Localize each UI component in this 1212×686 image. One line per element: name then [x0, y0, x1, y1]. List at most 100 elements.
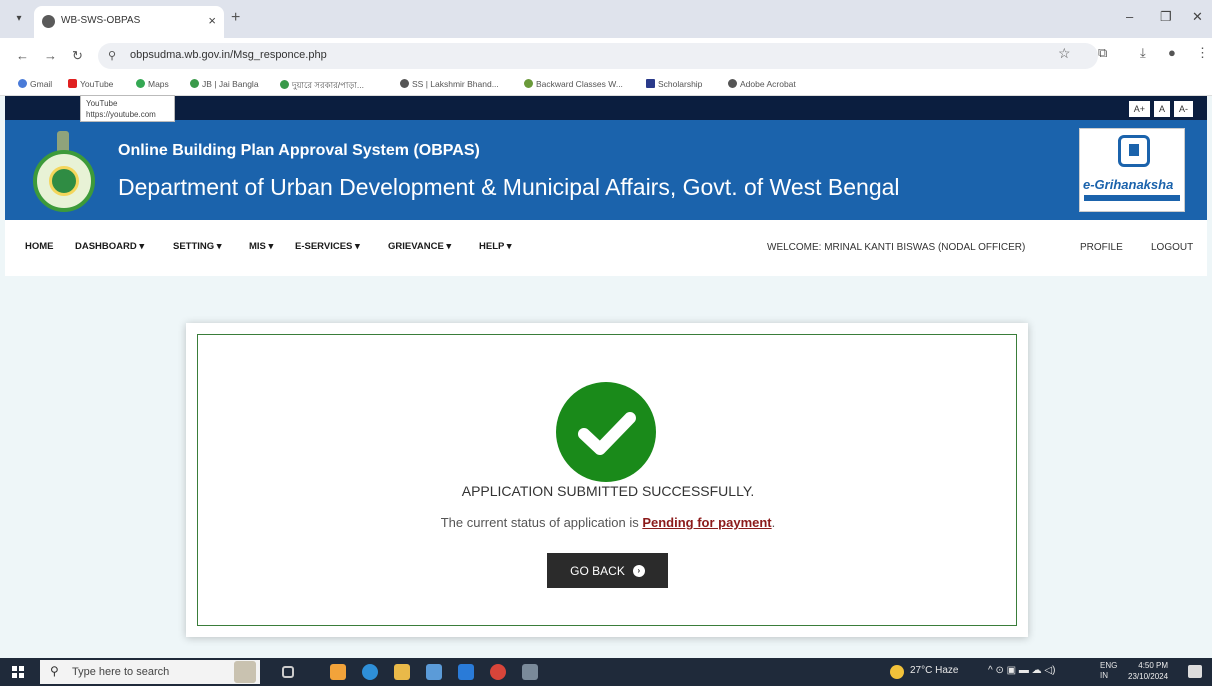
url-text: obpsudma.wb.gov.in/Msg_responce.php [130, 49, 327, 61]
logo-text: e-Grihanaksha [1083, 177, 1174, 192]
windows-taskbar: ⚲ Type here to search 27°C Haze ^ ⊙ ▣ ▬ … [0, 658, 1212, 686]
bookmark-adobe-acrobat[interactable]: Adobe Acrobat [728, 79, 796, 89]
nav-grievance[interactable]: GRIEVANCE ▾ [388, 241, 451, 252]
back-icon[interactable]: ← [16, 48, 29, 63]
font-increase-button[interactable]: A+ [1128, 101, 1150, 117]
nav-home[interactable]: HOME [25, 241, 54, 252]
site-nav: HOME DASHBOARD ▾ SETTING ▾ MIS ▾ E-SERVI… [5, 220, 1207, 276]
message-panel: APPLICATION SUBMITTED SUCCESSFULLY. The … [197, 334, 1017, 626]
system-tray-icons[interactable]: ^ ⊙ ▣ ▬ ☁ ◁) [988, 665, 1055, 676]
site-info-icon[interactable]: ⚲ [108, 49, 116, 62]
status-value-link[interactable]: Pending for payment [642, 515, 771, 530]
go-back-label: GO BACK [570, 563, 625, 578]
close-window-icon[interactable]: ✕ [1192, 9, 1203, 25]
google-icon [18, 79, 27, 88]
restore-icon[interactable]: ❐ [1160, 9, 1172, 25]
menu-icon[interactable]: ⋮ [1196, 45, 1209, 61]
site-title: Online Building Plan Approval System (OB… [118, 142, 480, 159]
west-bengal-emblem [33, 150, 95, 212]
file-explorer-icon[interactable] [394, 664, 410, 680]
store-icon[interactable] [426, 664, 442, 680]
app-icon[interactable] [522, 664, 538, 680]
e-grihanaksha-logo: e-Grihanaksha [1079, 128, 1185, 212]
search-highlight-icon[interactable] [234, 661, 256, 683]
nav-help[interactable]: HELP ▾ [479, 241, 512, 252]
bookmark-star-icon[interactable]: ☆ [1058, 45, 1071, 62]
bookmark-gmail[interactable]: Gmail [18, 79, 52, 89]
nav-e-services[interactable]: E-SERVICES ▾ [295, 241, 360, 252]
reload-icon[interactable]: ↻ [72, 48, 83, 64]
maps-icon [136, 79, 145, 88]
nav-dashboard[interactable]: DASHBOARD ▾ [75, 241, 144, 252]
forward-icon[interactable]: → [44, 48, 57, 63]
logo-tagline-bar [1084, 195, 1180, 201]
welcome-text: WELCOME: MRINAL KANTI BISWAS (NODAL OFFI… [767, 242, 1026, 253]
new-tab-button[interactable]: + [231, 9, 240, 27]
weather-text[interactable]: 27°C Haze [910, 665, 958, 676]
copilot-icon[interactable] [330, 664, 346, 680]
globe-icon [42, 15, 55, 28]
message-card: APPLICATION SUBMITTED SUCCESSFULLY. The … [186, 323, 1028, 637]
logout-link[interactable]: LOGOUT [1151, 242, 1193, 253]
globe-icon [400, 79, 409, 88]
globe-icon [190, 79, 199, 88]
bookmark-scholarship[interactable]: Scholarship [646, 79, 702, 89]
checkmark-icon [578, 412, 636, 455]
taskbar-search-placeholder: Type here to search [72, 666, 170, 678]
download-icon[interactable]: ⤓ [1140, 45, 1146, 61]
system-clock[interactable]: 4:50 PM 23/10/2024 [1128, 660, 1168, 682]
bookmark-maps[interactable]: Maps [136, 79, 169, 89]
bookmarks-bar: Gmail YouTube Maps JB | Jai Bangla দুয়া… [0, 74, 1212, 96]
success-message: APPLICATION SUBMITTED SUCCESSFULLY. [461, 483, 755, 499]
status-suffix: . [771, 515, 776, 530]
bookmark-tooltip: YouTube https://youtube.com [80, 95, 175, 122]
language-indicator[interactable]: ENG IN [1100, 661, 1117, 681]
tab-close-icon[interactable]: × [208, 13, 216, 28]
notifications-icon[interactable] [1188, 665, 1202, 678]
bookmark-duare-sarkar[interactable]: দুয়ারে সরকার/পাড়া... [280, 79, 364, 93]
tab-title: WB-SWS-OBPAS [61, 15, 141, 26]
windows-start-icon[interactable] [12, 666, 24, 678]
department-name: Department of Urban Development & Munici… [118, 174, 900, 200]
task-view-icon[interactable] [282, 666, 294, 678]
profile-link[interactable]: PROFILE [1080, 242, 1123, 253]
success-check-icon [556, 382, 656, 482]
status-line: The current status of application is Pen… [198, 515, 1018, 530]
site-banner: Online Building Plan Approval System (OB… [5, 120, 1207, 220]
house-icon [1118, 135, 1150, 167]
clock-date: 23/10/2024 [1128, 672, 1169, 681]
search-icon: ⚲ [50, 664, 59, 678]
browser-tab-bar: ▾ WB-SWS-OBPAS × + – ❐ ✕ [0, 0, 1212, 38]
browser-tab[interactable]: WB-SWS-OBPAS × [34, 6, 224, 38]
bookmark-jai-bangla[interactable]: JB | Jai Bangla [190, 79, 259, 89]
youtube-icon [68, 79, 77, 88]
go-back-button[interactable]: GO BACK › [547, 553, 668, 588]
bookmark-youtube[interactable]: YouTube [68, 79, 113, 89]
globe-icon [728, 79, 737, 88]
edge-icon[interactable] [362, 664, 378, 680]
font-normal-button[interactable]: A [1153, 101, 1170, 117]
emblem-icon [524, 79, 533, 88]
scholarship-icon [646, 79, 655, 88]
chrome-icon[interactable] [490, 664, 506, 680]
extensions-icon[interactable]: ⧉ [1098, 45, 1107, 61]
bookmark-backward-classes[interactable]: Backward Classes W... [524, 79, 623, 89]
globe-icon [280, 80, 289, 89]
profile-icon[interactable]: ● [1168, 45, 1176, 60]
mail-icon[interactable] [458, 664, 474, 680]
minimize-icon[interactable]: – [1126, 9, 1133, 24]
nav-mis[interactable]: MIS ▾ [249, 241, 273, 252]
bookmark-lakshmir-bhandar[interactable]: SS | Lakshmir Bhand... [400, 79, 499, 89]
clock-time: 4:50 PM [1138, 661, 1169, 670]
weather-icon[interactable] [890, 665, 904, 679]
taskbar-search[interactable]: ⚲ Type here to search [40, 660, 260, 684]
tab-search-icon[interactable]: ▾ [10, 10, 28, 28]
arrow-right-icon: › [632, 564, 645, 577]
font-decrease-button[interactable]: A- [1174, 101, 1193, 117]
nav-setting[interactable]: SETTING ▾ [173, 241, 222, 252]
url-bar[interactable]: ⚲ obpsudma.wb.gov.in/Msg_responce.php [98, 43, 1098, 69]
address-toolbar: ← → ↻ ⚲ obpsudma.wb.gov.in/Msg_responce.… [0, 38, 1212, 74]
font-size-controls: A+ A A- [1125, 99, 1193, 117]
emblem-core [49, 166, 79, 196]
status-prefix: The current status of application is [440, 515, 643, 530]
